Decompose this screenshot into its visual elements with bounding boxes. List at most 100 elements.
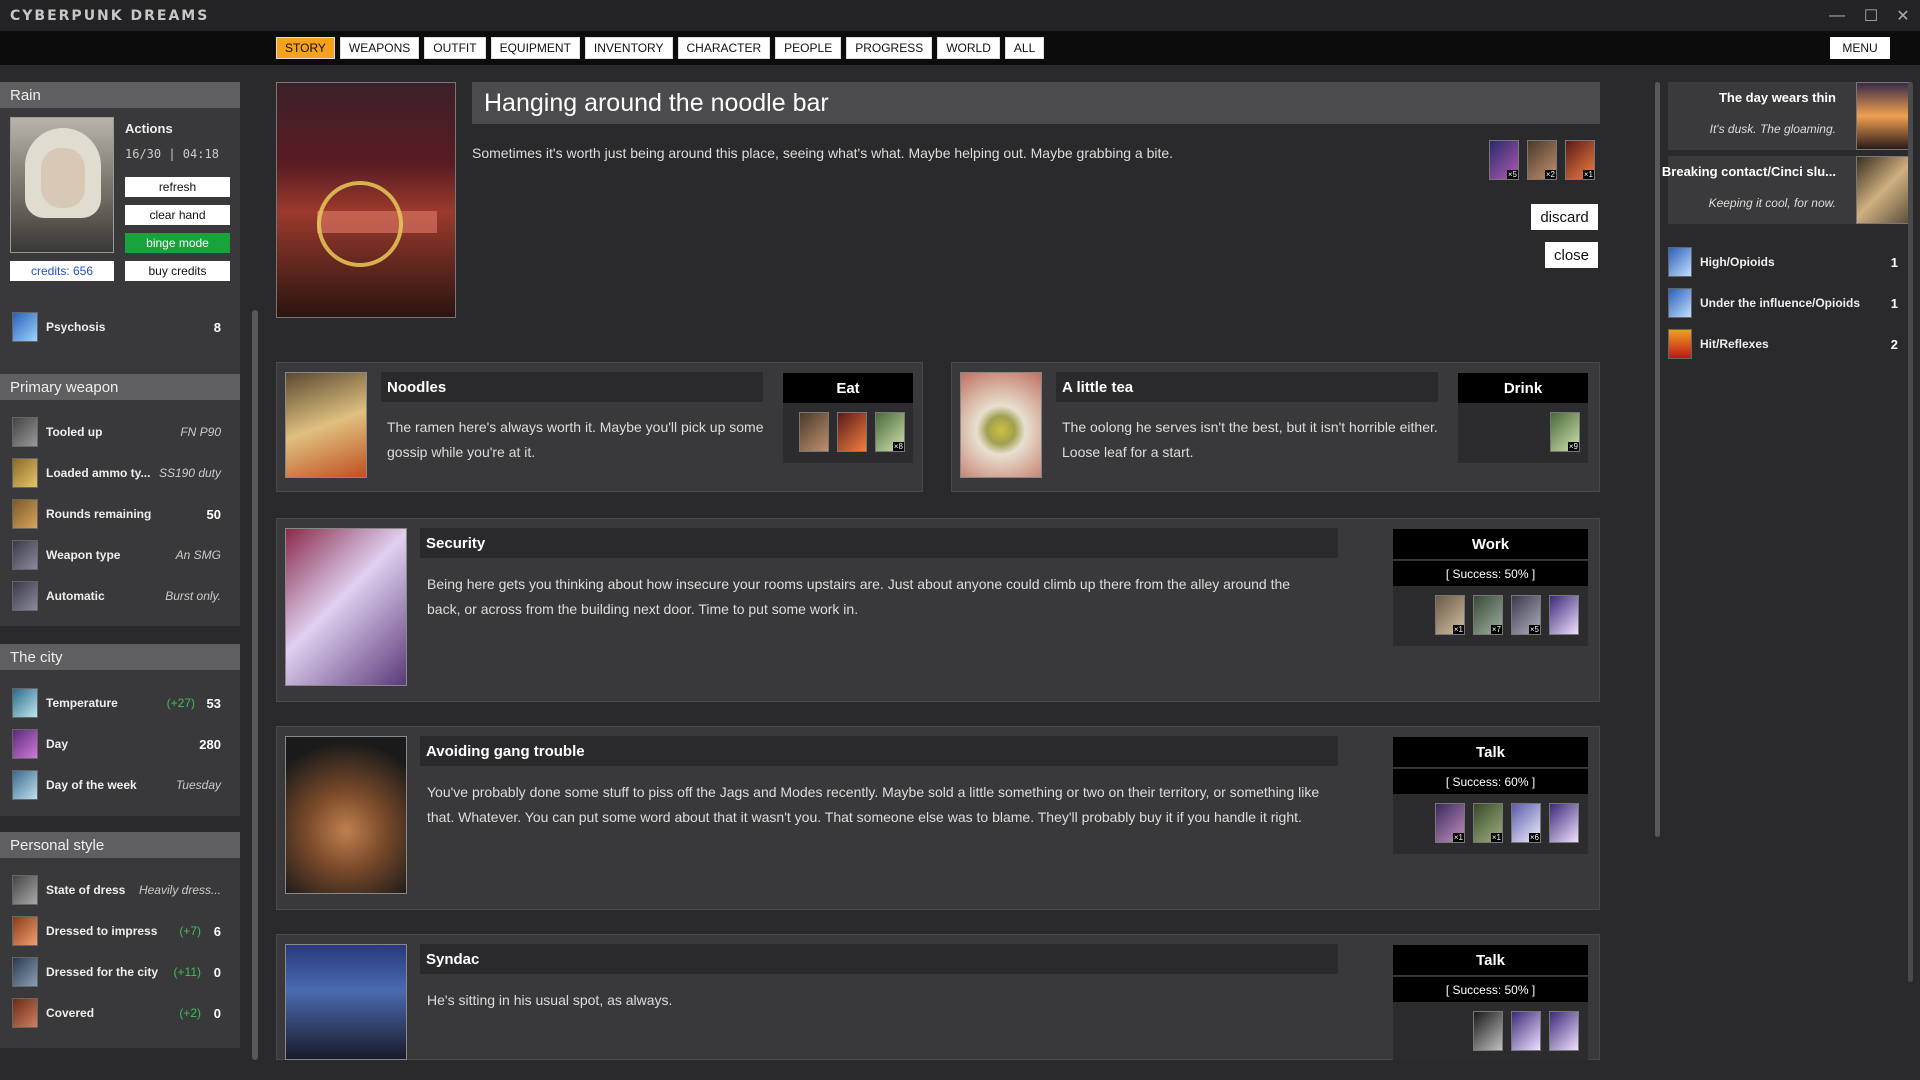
minimize-icon[interactable]: — (1820, 0, 1854, 31)
storylet-text: The oolong he serves isn't the best, but… (1062, 419, 1438, 460)
menu-button[interactable]: MENU (1830, 37, 1890, 59)
tab-story[interactable]: STORY (276, 37, 335, 59)
dress-icon (12, 875, 38, 905)
refresh-button[interactable]: refresh (125, 177, 230, 197)
success-chance: [ Success: 60% ] (1393, 768, 1588, 794)
tabs: STORY WEAPONS OUTFIT EQUIPMENT INVENTORY… (276, 37, 1045, 59)
slot-card[interactable]: ×1 (1473, 803, 1503, 843)
stat-label: Temperature (46, 696, 118, 710)
tab-inventory[interactable]: INVENTORY (584, 37, 673, 59)
talk-button[interactable]: Talk (1393, 737, 1588, 767)
stat-label: State of dress (46, 883, 126, 897)
style-row[interactable]: State of dress Heavily dress... (12, 873, 227, 907)
app-title: CYBERPUNK DREAMS (10, 7, 210, 24)
tab-all[interactable]: ALL (1004, 37, 1045, 59)
weapon-row[interactable]: Tooled up FN P90 (12, 415, 227, 449)
slot-card[interactable]: ×1 (1435, 595, 1465, 635)
event-card[interactable]: The day wears thin It's dusk. The gloami… (1668, 82, 1912, 150)
dusk-image (1856, 82, 1912, 150)
stat-delta: (+7) (179, 924, 201, 938)
status-row[interactable]: Hit/Reflexes 2 (1668, 328, 1898, 360)
slot-card[interactable] (1549, 1011, 1579, 1051)
buy-credits-button[interactable]: buy credits (125, 261, 230, 281)
tab-people[interactable]: PEOPLE (775, 37, 842, 59)
stat-label: Dressed for the city (46, 965, 159, 979)
slot-card[interactable] (799, 412, 829, 452)
slot-card[interactable] (837, 412, 867, 452)
covered-icon (12, 998, 38, 1028)
slot-count: ×1 (1452, 625, 1464, 634)
hand-card[interactable]: ×5 (1489, 140, 1519, 180)
tab-progress[interactable]: PROGRESS (846, 37, 933, 59)
slot-card[interactable] (1473, 1011, 1503, 1051)
slot-card[interactable]: ×9 (1550, 412, 1580, 452)
stat-label: Tooled up (46, 425, 103, 439)
stat-label: Psychosis (46, 320, 106, 334)
style-row[interactable]: Covered (+2) 0 (12, 996, 227, 1030)
style-row[interactable]: Dressed to impress (+7) 6 (12, 914, 227, 948)
rounds-icon (12, 499, 38, 529)
tab-equipment[interactable]: EQUIPMENT (490, 37, 580, 59)
style-row[interactable]: Dressed for the city (+11) 0 (12, 955, 227, 989)
primary-weapon-heading[interactable]: Primary weapon (0, 374, 240, 400)
stat-value: 8 (213, 319, 221, 335)
event-title: The day wears thin (1718, 90, 1836, 105)
hand-card[interactable]: ×2 (1527, 140, 1557, 180)
tab-weapons[interactable]: WEAPONS (339, 37, 420, 59)
main-scrollbar[interactable] (1655, 82, 1660, 837)
personal-style-heading[interactable]: Personal style (0, 832, 240, 858)
right-scrollbar[interactable] (1908, 82, 1913, 982)
clear-hand-button[interactable]: clear hand (125, 205, 230, 225)
slot-count: ×1 (1490, 833, 1502, 842)
eat-button[interactable]: Eat (783, 373, 913, 403)
impress-icon (12, 916, 38, 946)
psychosis-row[interactable]: Psychosis 8 (12, 310, 227, 344)
city-row[interactable]: Day 280 (12, 727, 227, 761)
work-button[interactable]: Work (1393, 529, 1588, 559)
maximize-icon[interactable]: ☐ (1854, 0, 1888, 31)
actions-value: 16/30 | 04:18 (125, 147, 219, 161)
stat-value: FN P90 (180, 425, 221, 439)
close-button[interactable]: close (1545, 242, 1598, 268)
credits-link[interactable]: credits: 656 (10, 261, 114, 281)
status-value: 1 (1890, 295, 1898, 311)
weapon-row[interactable]: Automatic Burst only. (12, 579, 227, 613)
drink-button[interactable]: Drink (1458, 373, 1588, 403)
status-label: Under the influence/Opioids (1700, 296, 1861, 310)
close-window-icon[interactable]: ✕ (1886, 0, 1920, 31)
tab-outfit[interactable]: OUTFIT (424, 37, 486, 59)
slot-card[interactable]: ×6 (1511, 803, 1541, 843)
storylet-text: The ramen here's always worth it. Maybe … (387, 419, 764, 460)
stat-value: Tuesday (175, 778, 221, 792)
slot-card[interactable]: ×1 (1435, 803, 1465, 843)
talk-button[interactable]: Talk (1393, 945, 1588, 975)
slot-count: ×5 (1528, 625, 1540, 634)
status-row[interactable]: Under the influence/Opioids 1 (1668, 287, 1898, 319)
status-label: Hit/Reflexes (1700, 337, 1769, 351)
slot-card[interactable] (1549, 803, 1579, 843)
binge-mode-button[interactable]: binge mode (125, 233, 230, 253)
tab-world[interactable]: WORLD (937, 37, 1000, 59)
city-heading[interactable]: The city (0, 644, 240, 670)
slot-card[interactable] (1549, 595, 1579, 635)
city-row[interactable]: Temperature (+27) 53 (12, 686, 227, 720)
discard-button[interactable]: discard (1531, 204, 1598, 230)
status-row[interactable]: High/Opioids 1 (1668, 246, 1898, 278)
tab-character[interactable]: CHARACTER (677, 37, 771, 59)
ammo-icon (12, 458, 38, 488)
event-card[interactable]: Breaking contact/Cinci slu... Keeping it… (1662, 156, 1912, 224)
weapon-type-icon (12, 540, 38, 570)
storylet-title: A little tea (1056, 372, 1438, 402)
weapon-row[interactable]: Rounds remaining 50 (12, 497, 227, 531)
slot-card[interactable] (1511, 1011, 1541, 1051)
stat-value: An SMG (175, 548, 221, 562)
slot-card[interactable]: ×7 (1473, 595, 1503, 635)
slot-card[interactable]: ×8 (875, 412, 905, 452)
weapon-row[interactable]: Loaded ammo ty... SS190 duty (12, 456, 227, 490)
hand-card[interactable]: ×1 (1565, 140, 1595, 180)
city-row[interactable]: Day of the week Tuesday (12, 768, 227, 802)
weapon-row[interactable]: Weapon type An SMG (12, 538, 227, 572)
sidebar-scrollbar[interactable] (252, 310, 258, 1060)
stat-label: Rounds remaining (46, 507, 152, 521)
slot-card[interactable]: ×5 (1511, 595, 1541, 635)
